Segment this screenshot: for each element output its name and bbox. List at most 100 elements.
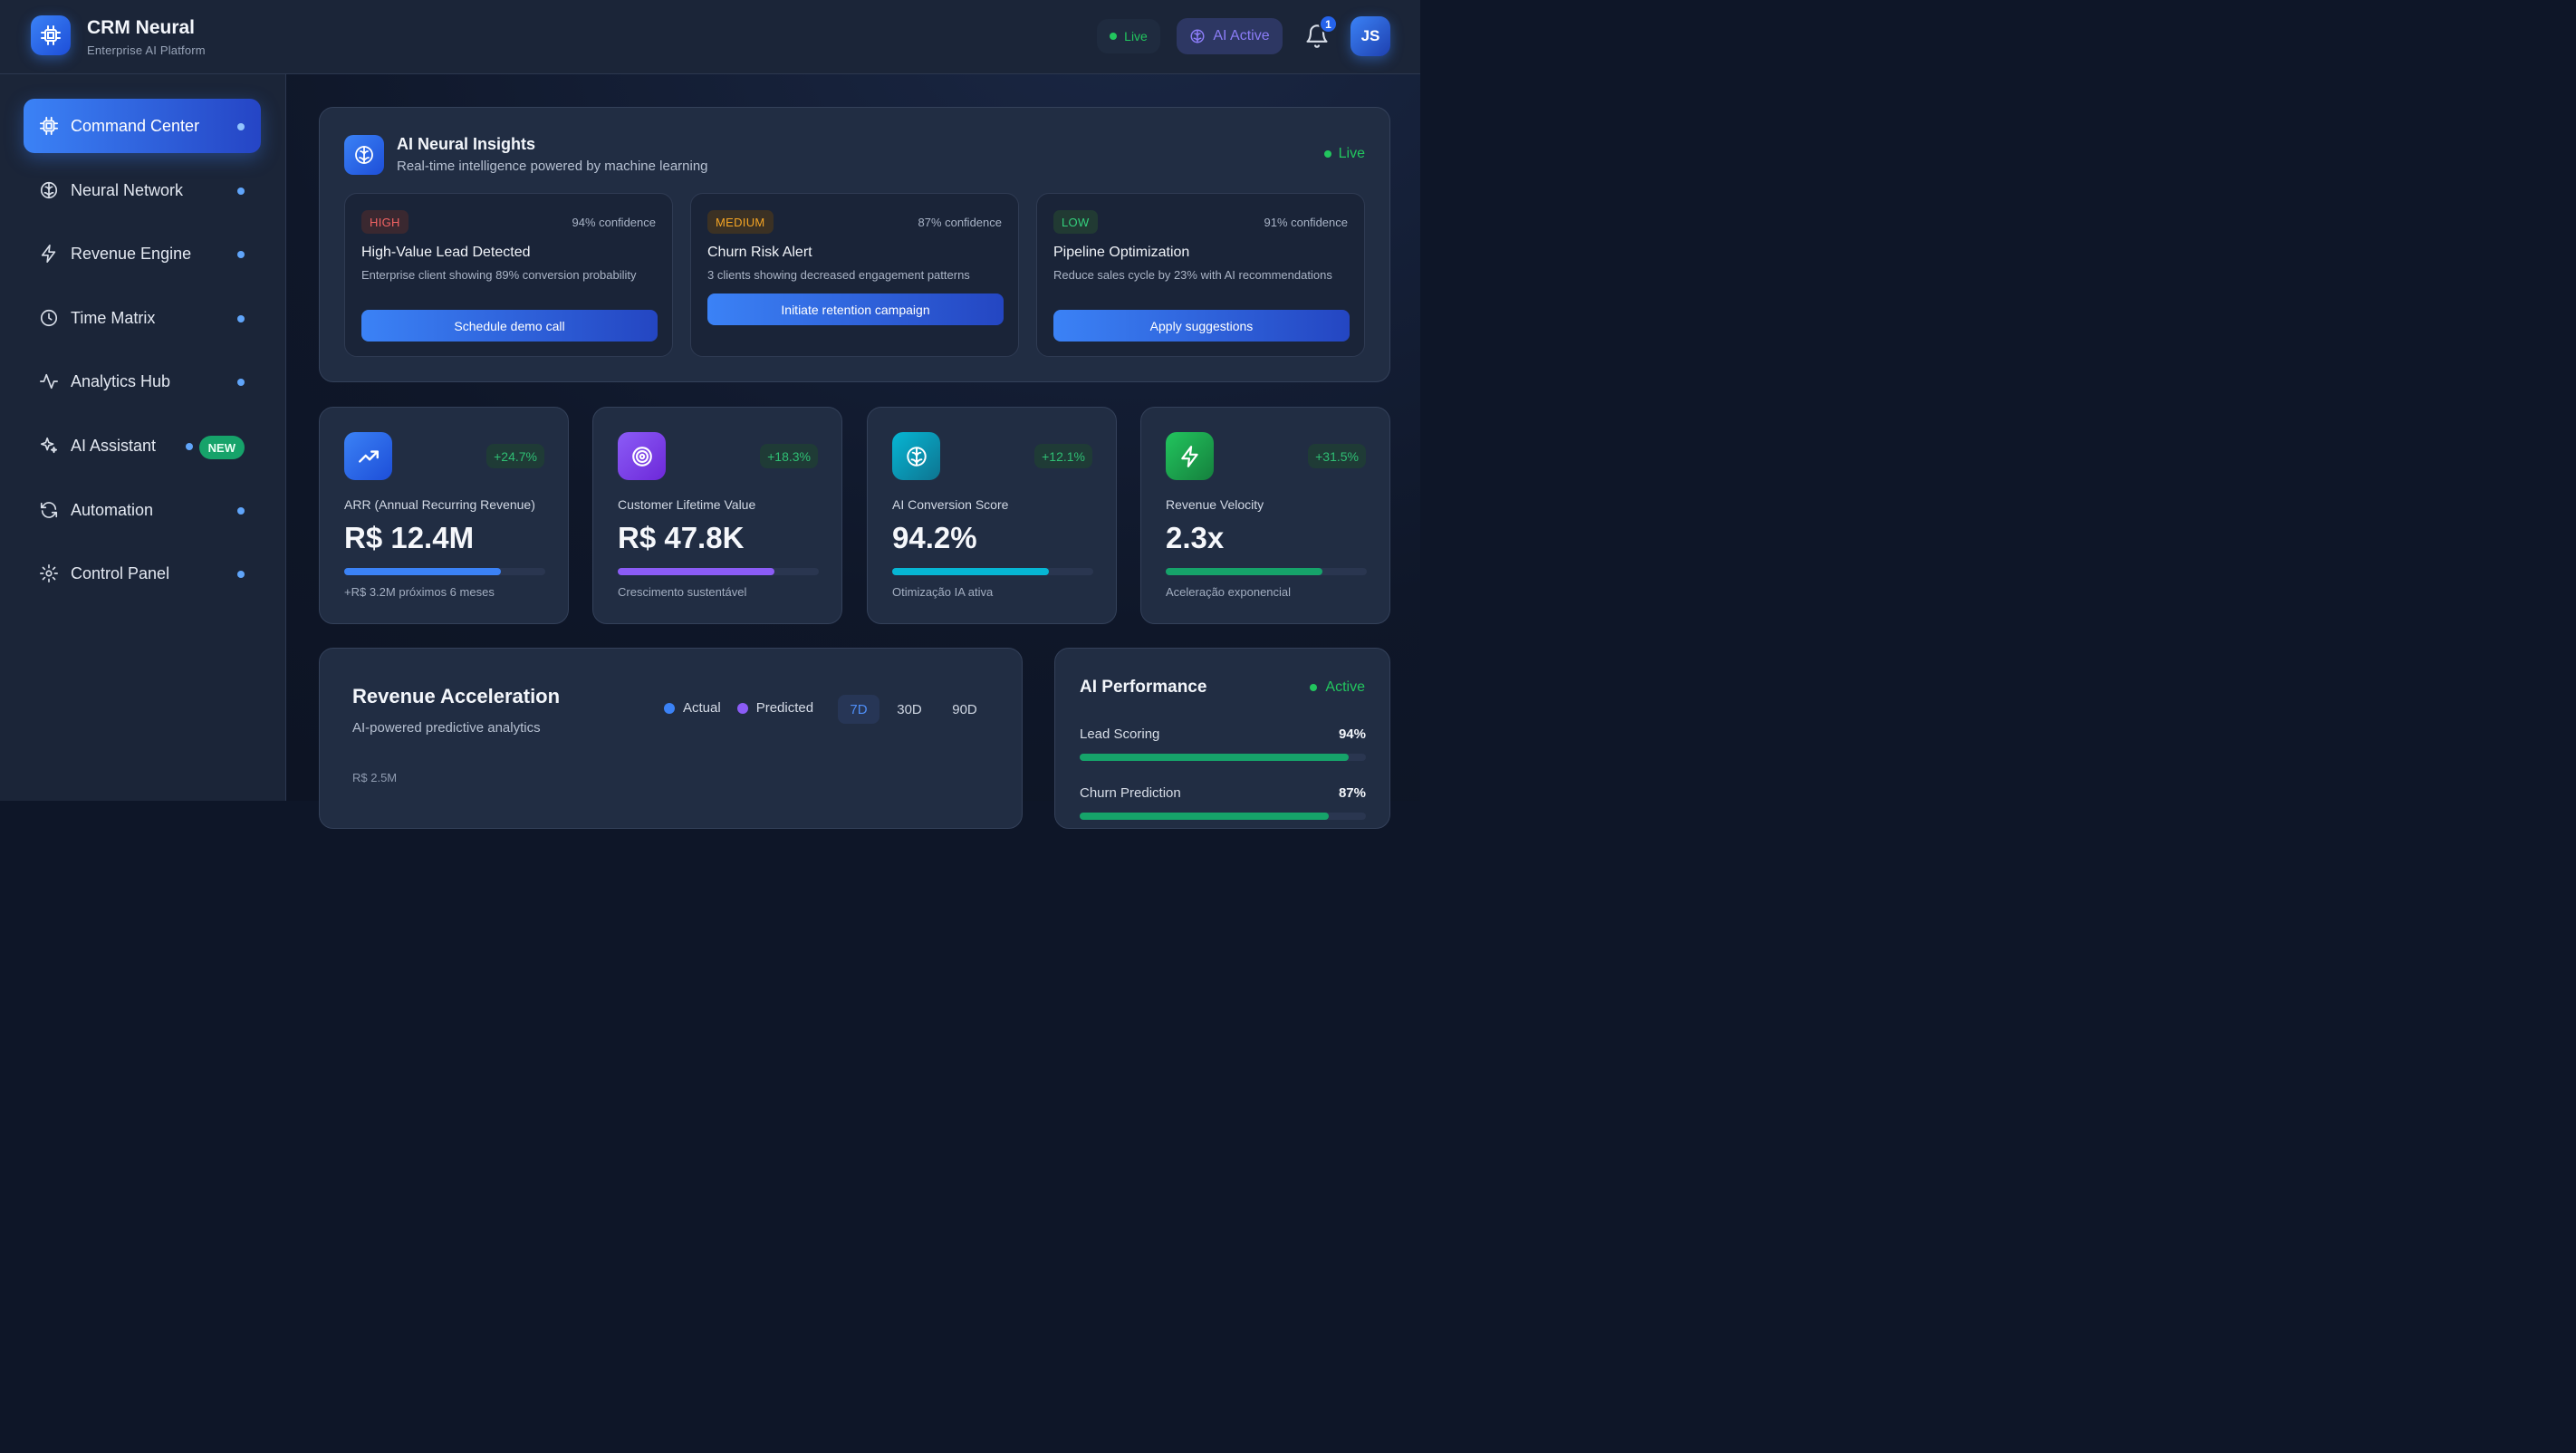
kpi-footnote: +R$ 3.2M próximos 6 meses xyxy=(344,585,495,599)
status-dot xyxy=(237,507,245,515)
status-dot xyxy=(237,379,245,386)
priority-badge: MEDIUM xyxy=(707,210,774,234)
insight-card-high: HIGH 94% confidence High-Value Lead Dete… xyxy=(344,193,673,357)
kpi-card-arr: +24.7% ARR (Annual Recurring Revenue) R$… xyxy=(319,407,569,624)
metric-row-lead-scoring: Lead Scoring 94% xyxy=(1080,726,1366,742)
trending-up-icon xyxy=(344,432,392,480)
metric-progress-fill xyxy=(1080,754,1350,761)
sidebar-item-automation[interactable]: Automation xyxy=(24,483,261,537)
sidebar-item-control-panel[interactable]: Control Panel xyxy=(24,546,261,601)
lightning-icon xyxy=(1166,432,1214,480)
sidebar-item-label: Command Center xyxy=(71,116,200,135)
confidence-text: 87% confidence xyxy=(918,216,1002,229)
notification-badge: 1 xyxy=(1319,14,1338,34)
kpi-value: R$ 12.4M xyxy=(344,521,475,554)
metric-progress-track xyxy=(1080,754,1366,761)
kpi-value: 94.2% xyxy=(892,521,977,554)
range-90d-button[interactable]: 90D xyxy=(943,695,986,724)
sidebar-item-command-center[interactable]: Command Center xyxy=(24,99,261,153)
performance-status: Active xyxy=(1310,679,1365,696)
priority-badge: LOW xyxy=(1053,210,1098,234)
insights-live-status: Live xyxy=(1323,146,1365,162)
live-dot-icon xyxy=(1323,150,1331,158)
metric-progress-fill xyxy=(1080,813,1329,820)
kpi-card-velocity: +31.5% Revenue Velocity 2.3x Aceleração … xyxy=(1140,407,1390,624)
brain-icon xyxy=(39,180,59,200)
ai-active-label: AI Active xyxy=(1213,28,1270,43)
sidebar-item-revenue-engine[interactable]: Revenue Engine xyxy=(24,226,261,281)
metric-progress-track xyxy=(1080,813,1366,820)
cpu-logo-icon xyxy=(31,15,71,55)
kpi-label: ARR (Annual Recurring Revenue) xyxy=(344,497,535,512)
performance-status-label: Active xyxy=(1325,679,1365,695)
metric-value: 94% xyxy=(1338,726,1366,742)
insight-card-low: LOW 91% confidence Pipeline Optimization… xyxy=(1036,193,1365,357)
sidebar-item-time-matrix[interactable]: Time Matrix xyxy=(24,291,261,345)
range-30d-button[interactable]: 30D xyxy=(888,695,931,724)
sidebar: Command Center Neural Network Revenue En… xyxy=(0,74,286,801)
live-status-pill[interactable]: Live xyxy=(1097,19,1160,53)
metric-row-churn-prediction: Churn Prediction 87% xyxy=(1080,785,1366,801)
kpi-delta: +12.1% xyxy=(1034,444,1092,468)
insights-live-label: Live xyxy=(1338,146,1365,161)
kpi-progress-track xyxy=(1166,568,1367,575)
kpi-label: Customer Lifetime Value xyxy=(618,497,756,512)
legend-actual-swatch xyxy=(664,702,675,714)
sidebar-item-neural-network[interactable]: Neural Network xyxy=(24,163,261,217)
kpi-progress-fill xyxy=(892,568,1050,575)
insight-description: Enterprise client showing 89% conversion… xyxy=(361,268,637,282)
kpi-value: 2.3x xyxy=(1166,521,1225,554)
legend-actual-label: Actual xyxy=(683,700,721,716)
activity-icon xyxy=(39,371,59,391)
status-dot xyxy=(237,251,245,258)
schedule-demo-button[interactable]: Schedule demo call xyxy=(361,310,658,342)
ai-active-button[interactable]: AI Active xyxy=(1177,18,1283,54)
sidebar-item-ai-assistant[interactable]: AI Assistant NEW xyxy=(24,419,261,473)
sidebar-item-label: Time Matrix xyxy=(71,308,156,327)
confidence-text: 91% confidence xyxy=(1264,216,1348,229)
range-7d-button[interactable]: 7D xyxy=(838,695,879,724)
kpi-delta: +31.5% xyxy=(1308,444,1366,468)
kpi-progress-fill xyxy=(1166,568,1323,575)
sidebar-item-analytics-hub[interactable]: Analytics Hub xyxy=(24,354,261,409)
chart-legend: Actual Predicted xyxy=(664,700,830,716)
brain-icon xyxy=(344,135,384,175)
brand-title: CRM Neural xyxy=(87,17,196,38)
brain-icon xyxy=(892,432,940,480)
metric-value: 87% xyxy=(1338,785,1366,801)
kpi-footnote: Aceleração exponencial xyxy=(1166,585,1292,599)
legend-actual: Actual xyxy=(664,700,721,716)
status-dot xyxy=(237,571,245,578)
kpi-card-conversion: +12.1% AI Conversion Score 94.2% Otimiza… xyxy=(867,407,1117,624)
sidebar-item-label: Analytics Hub xyxy=(71,371,171,390)
insight-title: Pipeline Optimization xyxy=(1053,245,1190,260)
status-dot xyxy=(237,315,245,322)
kpi-footnote: Crescimento sustentável xyxy=(618,585,747,599)
gear-icon xyxy=(39,563,59,583)
insights-subtitle: Real-time intelligence powered by machin… xyxy=(397,159,708,174)
retention-campaign-button[interactable]: Initiate retention campaign xyxy=(707,293,1004,325)
sidebar-item-label: AI Assistant xyxy=(71,436,157,455)
kpi-footnote: Otimização IA ativa xyxy=(892,585,994,599)
kpi-delta: +18.3% xyxy=(760,444,818,468)
insight-card-medium: MEDIUM 87% confidence Churn Risk Alert 3… xyxy=(690,193,1019,357)
insights-title: AI Neural Insights xyxy=(397,135,536,153)
insight-title: Churn Risk Alert xyxy=(707,245,812,260)
kpi-card-clv: +18.3% Customer Lifetime Value R$ 47.8K … xyxy=(592,407,842,624)
confidence-text: 94% confidence xyxy=(572,216,656,229)
legend-predicted-swatch xyxy=(736,702,748,714)
brain-icon xyxy=(1190,29,1205,43)
user-avatar[interactable]: JS xyxy=(1350,16,1390,56)
clock-icon xyxy=(39,308,59,328)
kpi-progress-fill xyxy=(344,568,502,575)
y-axis-tick-label: R$ 2.5M xyxy=(352,771,398,784)
kpi-value: R$ 47.8K xyxy=(618,521,745,554)
kpi-progress-track xyxy=(892,568,1093,575)
target-icon xyxy=(618,432,666,480)
kpi-progress-track xyxy=(344,568,545,575)
app-root: CRM Neural Enterprise AI Platform Live A… xyxy=(0,0,1420,829)
sidebar-item-label: Automation xyxy=(71,500,154,519)
apply-suggestions-button[interactable]: Apply suggestions xyxy=(1053,310,1350,342)
status-dot xyxy=(237,188,245,195)
brand-subtitle: Enterprise AI Platform xyxy=(87,43,206,57)
